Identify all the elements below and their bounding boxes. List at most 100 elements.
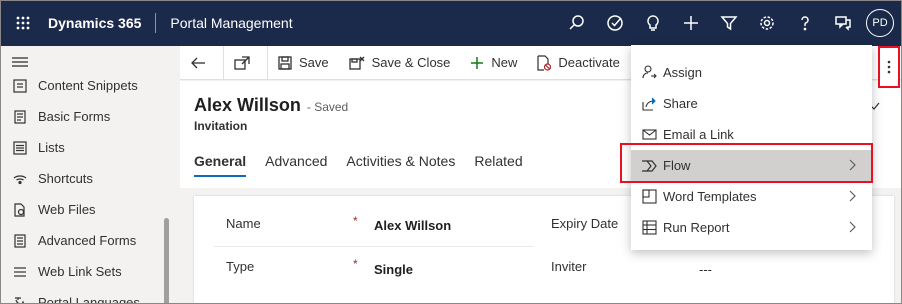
lightbulb-icon[interactable] — [634, 0, 672, 46]
topbar-actions: PD — [558, 0, 894, 46]
sidebar-scrollbar[interactable] — [164, 218, 169, 304]
help-icon[interactable] — [786, 0, 824, 46]
menu-item-word-templates[interactable]: Word Templates — [631, 181, 872, 212]
filter-icon[interactable] — [710, 0, 748, 46]
chevron-right-icon — [849, 159, 856, 174]
tab-activities-notes[interactable]: Activities & Notes — [346, 153, 455, 177]
chevron-right-icon — [849, 221, 856, 236]
snippet-icon — [12, 78, 28, 94]
tab-related[interactable]: Related — [474, 153, 522, 177]
more-vertical-icon — [887, 60, 891, 74]
flow-icon — [641, 158, 657, 174]
name-field-value[interactable]: Alex Willson — [374, 218, 451, 233]
required-marker: * — [353, 257, 358, 271]
new-button[interactable]: New — [460, 46, 527, 80]
popout-icon — [234, 55, 250, 70]
menu-item-email-link[interactable]: Email a Link — [631, 119, 872, 150]
deactivate-icon — [537, 54, 552, 71]
list-icon — [12, 140, 28, 156]
sidebar-item-label: Web Link Sets — [38, 264, 122, 279]
sidebar-item-advanced-forms[interactable]: Advanced Forms — [0, 225, 176, 256]
chevron-right-icon — [849, 190, 856, 205]
sidebar-item-lists[interactable]: Lists — [0, 132, 176, 163]
topbar-separator — [155, 13, 157, 33]
field-divider — [214, 246, 534, 247]
share-icon — [641, 96, 657, 112]
email-link-icon — [641, 127, 657, 143]
file-icon — [12, 202, 28, 218]
report-icon — [641, 220, 657, 236]
deactivate-label: Deactivate — [558, 55, 620, 70]
link-set-icon — [12, 264, 28, 280]
menu-item-run-report[interactable]: Run Report — [631, 212, 872, 243]
expiry-date-label: Expiry Date — [551, 216, 619, 231]
type-field-value[interactable]: Single — [374, 262, 413, 277]
tab-general[interactable]: General — [194, 153, 247, 177]
deactivate-button[interactable]: Deactivate — [527, 46, 629, 80]
sidebar-item-label: Advanced Forms — [38, 233, 137, 248]
chat-icon[interactable] — [824, 0, 862, 46]
menu-item-flow[interactable]: Flow — [631, 150, 872, 181]
sidebar-nav: Content Snippets Basic Forms Lists Short… — [0, 70, 176, 304]
save-close-button[interactable]: Save & Close — [339, 46, 461, 80]
sidebar-item-basic-forms[interactable]: Basic Forms — [0, 101, 176, 132]
app-launcher-icon[interactable] — [0, 0, 46, 46]
language-icon — [12, 295, 28, 304]
avatar[interactable]: PD — [866, 9, 894, 37]
more-commands-button[interactable] — [878, 46, 900, 88]
advanced-form-icon — [12, 233, 28, 249]
required-marker: * — [353, 214, 358, 228]
sidebar-item-web-link-sets[interactable]: Web Link Sets — [0, 256, 176, 287]
sidebar-item-portal-languages[interactable]: Portal Languages — [0, 287, 176, 304]
save-status: - Saved — [306, 100, 349, 114]
form-icon — [12, 109, 28, 125]
sidebar-item-label: Web Files — [38, 202, 96, 217]
more-commands-menu: Assign Share Email a Link Flow Word Temp… — [631, 45, 872, 250]
save-button[interactable]: Save — [268, 46, 339, 80]
sidebar-item-web-files[interactable]: Web Files — [0, 194, 176, 225]
menu-item-assign[interactable]: Assign — [631, 57, 872, 88]
menu-item-label: Run Report — [663, 220, 730, 235]
menu-item-label: Word Templates — [663, 189, 757, 204]
inviter-value[interactable]: --- — [699, 262, 712, 277]
record-title: Alex Willson - Saved — [194, 95, 348, 116]
save-icon — [278, 55, 292, 70]
menu-item-share[interactable]: Share — [631, 88, 872, 119]
sidebar-item-label: Shortcuts — [38, 171, 93, 186]
sidebar-item-label: Portal Languages — [38, 295, 140, 304]
tab-advanced[interactable]: Advanced — [265, 153, 327, 177]
sidebar: Content Snippets Basic Forms Lists Short… — [0, 46, 176, 304]
task-icon[interactable] — [596, 0, 634, 46]
sidebar-item-label: Content Snippets — [38, 78, 138, 93]
plus-icon — [471, 56, 484, 69]
record-name: Alex Willson — [194, 95, 301, 115]
assign-icon — [641, 65, 657, 81]
menu-item-label: Assign — [663, 65, 703, 80]
sidebar-item-label: Basic Forms — [38, 109, 111, 124]
back-button[interactable] — [180, 46, 223, 80]
entity-name: Invitation — [194, 119, 248, 133]
top-nav-bar: Dynamics 365 Portal Management PD — [0, 0, 902, 46]
save-label: Save — [299, 55, 329, 70]
form-tabs: General Advanced Activities & Notes Rela… — [194, 153, 542, 177]
inviter-label: Inviter — [551, 259, 587, 274]
save-close-icon — [348, 56, 365, 70]
new-label: New — [491, 55, 518, 70]
menu-item-label: Share — [663, 96, 698, 111]
app-name[interactable]: Dynamics 365 — [48, 15, 141, 31]
search-icon[interactable] — [558, 0, 596, 46]
sidebar-item-content-snippets[interactable]: Content Snippets — [0, 70, 176, 101]
word-template-icon — [641, 189, 657, 205]
menu-item-label: Flow — [663, 158, 691, 173]
menu-item-label: Email a Link — [663, 127, 734, 142]
save-close-label: Save & Close — [371, 55, 451, 70]
area-name[interactable]: Portal Management — [170, 15, 292, 31]
sidebar-item-shortcuts[interactable]: Shortcuts — [0, 163, 176, 194]
plus-icon[interactable] — [672, 0, 710, 46]
type-field-label: Type — [226, 259, 255, 274]
back-arrow-icon — [191, 57, 205, 68]
name-field-label: Name — [226, 216, 261, 231]
open-new-window-button[interactable] — [224, 46, 267, 80]
gear-icon[interactable] — [748, 0, 786, 46]
shortcut-icon — [12, 171, 28, 187]
